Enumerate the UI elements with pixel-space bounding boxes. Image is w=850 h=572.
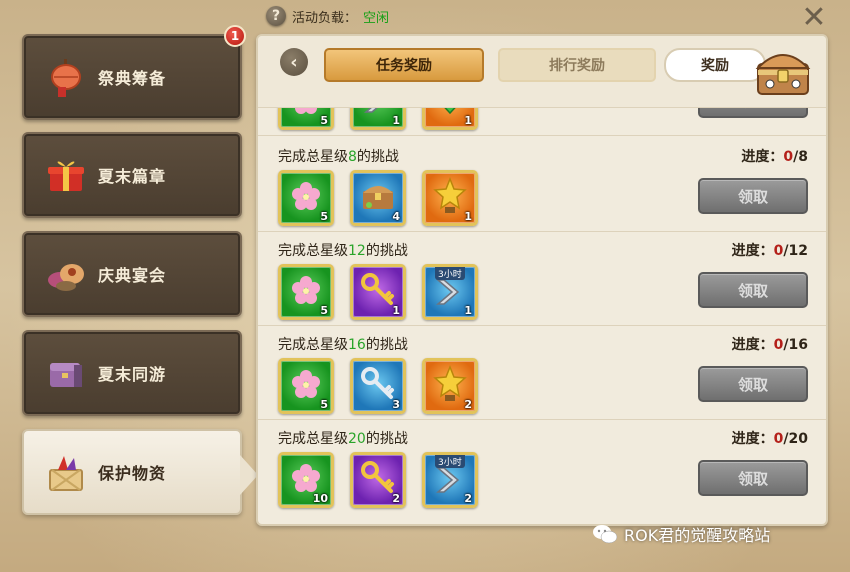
nav-label-protect-supplies: 保护物资 — [98, 464, 167, 483]
watermark: ROK君的觉醒攻略站 — [592, 522, 770, 546]
challenge-title: 完成总星级16的挑战 — [278, 337, 408, 353]
nav-item-summer-travel[interactable]: 夏末同游 — [22, 330, 242, 416]
reward-item[interactable]: 1 — [350, 264, 406, 320]
nav-label-celebration-feast: 庆典宴会 — [98, 266, 167, 285]
sakura-icon — [289, 367, 323, 405]
nav-label-summer-chapter: 夏末篇章 — [98, 167, 167, 186]
item-count: 1 — [464, 210, 472, 223]
item-count: 5 — [320, 304, 328, 317]
list-item: 完成总星级8的挑战 进度：0/8 5 4 1 领取 — [258, 138, 826, 232]
item-count: 1 — [464, 304, 472, 317]
reward-item[interactable]: 5 — [278, 358, 334, 414]
item-count: 1 — [464, 114, 472, 127]
reward-item[interactable]: 5 — [278, 264, 334, 320]
reward-item[interactable]: 2 — [422, 358, 478, 414]
supply-crate-icon — [42, 448, 90, 496]
progress-text: 进度：0/16 — [731, 337, 808, 353]
nav-item-festival-prep[interactable]: 祭典筹备 — [22, 34, 242, 120]
nav-item-celebration-feast[interactable]: 庆典宴会 — [22, 231, 242, 317]
treasure-chest-icon[interactable] — [750, 40, 816, 100]
item-count: 10 — [312, 492, 328, 505]
claim-button[interactable]: 领取 — [698, 178, 808, 214]
gift-box-icon — [42, 151, 90, 199]
item-count: 1 — [392, 304, 400, 317]
challenge-title: 完成总星级20的挑战 — [278, 431, 408, 447]
reward-item[interactable]: 3小时 1 — [422, 264, 478, 320]
watermark-text: ROK君的觉醒攻略站 — [624, 526, 771, 545]
item-count: 5 — [320, 114, 328, 127]
reward-item[interactable]: 1 — [422, 170, 478, 226]
progress-text: 进度：0/12 — [731, 243, 808, 259]
reward-item[interactable]: 3小时 2 — [422, 452, 478, 508]
item-count: 2 — [464, 398, 472, 411]
activity-load-status: ? 活动负载： 空闲 — [266, 5, 389, 27]
list-item: 完成总星级16的挑战 进度：0/16 5 3 2 领取 — [258, 326, 826, 420]
claim-button[interactable]: 领取 — [698, 366, 808, 402]
progress-text: 进度：0/8 — [741, 149, 808, 165]
list-item: 完成总星级12的挑战 进度：0/12 5 1 3小时 1 领取 — [258, 232, 826, 326]
reward-item[interactable]: 5 — [278, 170, 334, 226]
tab-task-rewards[interactable]: 任务奖励 — [324, 48, 484, 82]
challenge-title: 完成总星级12的挑战 — [278, 243, 408, 259]
nav-item-protect-supplies[interactable]: 保护物资 — [22, 429, 258, 515]
sakura-icon — [289, 273, 323, 311]
close-icon[interactable]: ✕ — [800, 3, 828, 33]
item-count: 2 — [464, 492, 472, 505]
duration-tag: 3小时 — [435, 455, 465, 468]
reward-item[interactable]: 4 — [350, 170, 406, 226]
back-arrow-icon[interactable]: ‹ — [280, 48, 308, 76]
gold-star-trophy-icon — [433, 364, 467, 407]
activity-load-value: 空闲 — [363, 10, 390, 26]
rewards-panel: 5 1 1 领取 完成总星级8的挑战 进度：0/8 — [256, 34, 828, 526]
gold-star-trophy-icon — [433, 176, 467, 219]
reward-item[interactable]: 10 — [278, 452, 334, 508]
item-count: 5 — [320, 398, 328, 411]
travel-chest-icon — [42, 349, 90, 397]
nav-label-summer-travel: 夏末同游 — [98, 365, 167, 384]
duration-tag: 3小时 — [435, 267, 465, 280]
claim-button[interactable]: 领取 — [698, 272, 808, 308]
list-item: 完成总星级20的挑战 进度：0/20 10 2 3小时 2 领取 — [258, 420, 826, 514]
item-count: 5 — [320, 210, 328, 223]
claim-button[interactable]: 领取 — [698, 460, 808, 496]
item-count: 3 — [392, 398, 400, 411]
activity-load-label: 活动负载： — [292, 10, 358, 26]
event-screen: ? 活动负载： 空闲 ✕ 祭典筹备 1 夏末篇章 庆典宴会 夏末同游 保护物资 … — [0, 0, 850, 572]
tab-rank-rewards[interactable]: 排行奖励 — [498, 48, 656, 82]
nav-label-festival-prep: 祭典筹备 — [98, 69, 167, 88]
challenge-title: 完成总星级8的挑战 — [278, 149, 399, 165]
notification-badge: 1 — [224, 25, 246, 47]
help-icon[interactable]: ? — [266, 6, 286, 26]
reward-item[interactable]: 2 — [350, 452, 406, 508]
reward-item[interactable]: 3 — [350, 358, 406, 414]
wechat-icon — [592, 523, 618, 545]
sakura-icon — [289, 179, 323, 217]
item-count: 1 — [392, 114, 400, 127]
nav-item-summer-chapter[interactable]: 夏末篇章 — [22, 132, 242, 218]
feast-food-icon — [42, 250, 90, 298]
lantern-icon — [42, 53, 90, 101]
item-count: 4 — [392, 210, 400, 223]
tab-bar: ‹ 任务奖励 排行奖励 奖励 — [258, 36, 826, 108]
item-count: 2 — [392, 492, 400, 505]
progress-text: 进度：0/20 — [731, 431, 808, 447]
